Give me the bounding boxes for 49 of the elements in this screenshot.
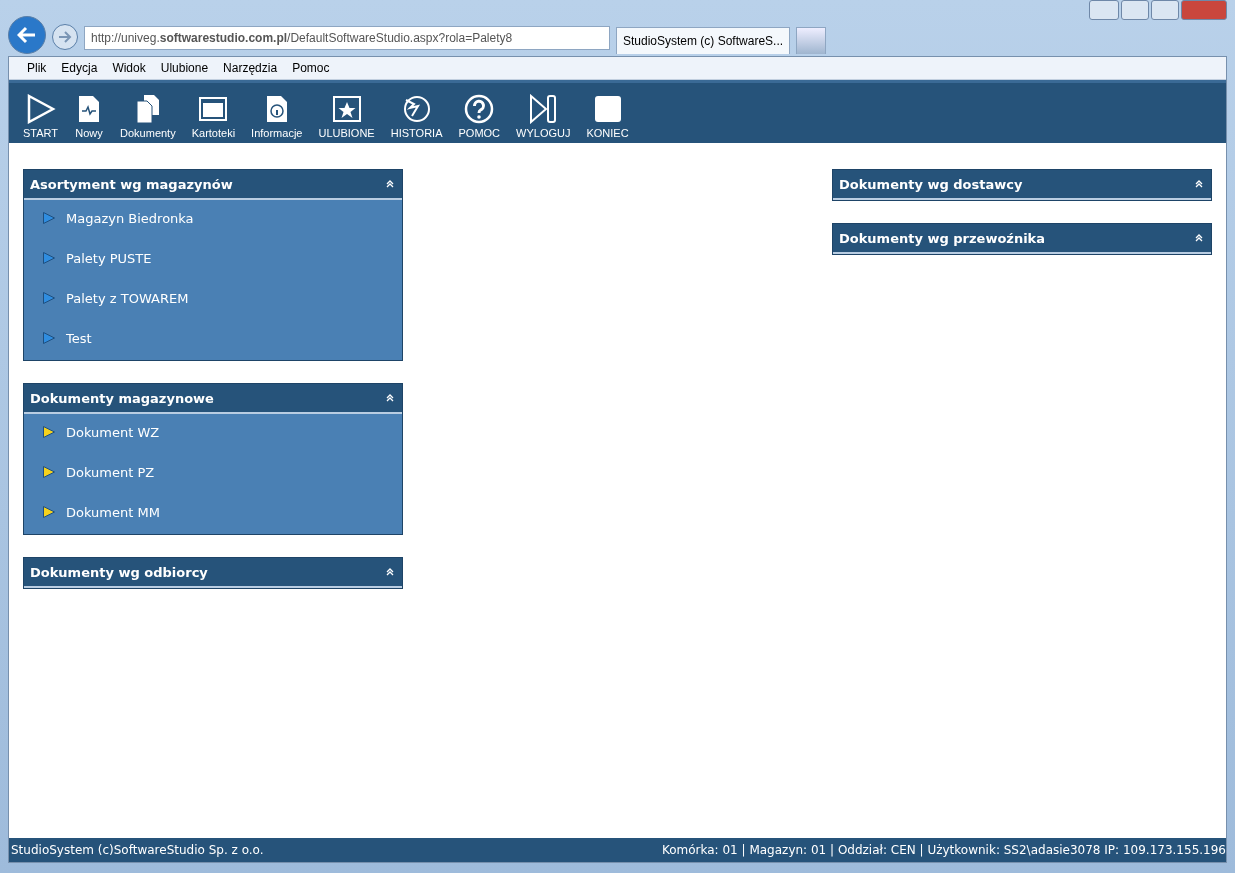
toolbar-button[interactable]: WYLOGUJ xyxy=(508,94,579,139)
panel-link[interactable]: Magazyn Biedronka xyxy=(24,200,402,240)
toolbar-button[interactable]: Nowy xyxy=(66,94,113,139)
panel-link[interactable]: Dokument WZ xyxy=(24,414,402,454)
collapse-icon[interactable] xyxy=(386,180,394,188)
history-icon xyxy=(401,94,432,124)
panel-title: Dokumenty wg przewoźnika xyxy=(839,230,1046,246)
toolbar-button[interactable]: ULUBIONE xyxy=(310,94,383,139)
panel-title: Dokumenty wg dostawcy xyxy=(839,176,1023,192)
menu-item[interactable]: Ulubione xyxy=(160,61,209,75)
collapse-icon[interactable] xyxy=(1195,180,1203,188)
url-text: http://univeg.softwarestudio.com.pl/DefaultSoftwareStudio.aspx?rola=Palety8 xyxy=(91,31,513,45)
collapse-icon[interactable] xyxy=(386,394,394,402)
play-icon xyxy=(25,94,56,124)
status-text: StudioSystem (c)SoftwareStudio Sp. z o.o. xyxy=(11,843,264,857)
toolbar-button[interactable]: START xyxy=(15,94,67,139)
back-arrow-icon xyxy=(17,26,37,44)
panel-title: Asortyment wg magazynów xyxy=(30,176,233,192)
panel-title: Dokumenty wg odbiorcy xyxy=(30,564,208,580)
help-icon xyxy=(464,94,495,124)
panel-link[interactable]: Palety z TOWAREM xyxy=(24,280,402,320)
status-info: Komórka: 01 | Magazyn: 01 | Oddział: CEN | Użytkownik: SS2\adasie3078 IP: 109.173.155.196 xyxy=(661,843,1226,857)
panel-title: Dokumenty magazynowe xyxy=(30,390,214,406)
panel-link[interactable]: Test xyxy=(24,320,402,360)
menu-item[interactable]: Widok xyxy=(112,61,146,75)
forward-arrow-icon xyxy=(58,31,72,43)
toolbar-button[interactable]: POMOC xyxy=(450,94,509,139)
toolbar-button[interactable]: KONIEC xyxy=(578,94,637,139)
collapse-icon[interactable] xyxy=(1195,234,1203,242)
skip-icon xyxy=(528,94,559,124)
browser-tab[interactable]: StudioSystem (c) SoftwareS... xyxy=(616,27,791,54)
panel-link[interactable]: Dokument PZ xyxy=(24,454,402,494)
menu-item[interactable]: Pomoc xyxy=(292,61,330,75)
stop-icon xyxy=(592,94,623,124)
collapse-icon[interactable] xyxy=(386,568,394,576)
forward-button[interactable] xyxy=(52,24,78,50)
panel-link[interactable]: Dokument MM xyxy=(24,494,402,534)
toolbar-button[interactable]: HISTORIA xyxy=(382,94,451,139)
panel-link[interactable]: Palety PUSTE xyxy=(24,240,402,280)
toolbar-button[interactable]: Dokumenty xyxy=(112,94,184,139)
star-window-icon xyxy=(331,94,362,124)
menu-item[interactable]: Narzędzia xyxy=(223,61,278,75)
toolbar-button[interactable]: Kartoteki xyxy=(183,94,244,139)
back-button[interactable] xyxy=(8,16,46,54)
menu-item[interactable]: Plik xyxy=(27,61,47,75)
toolbar-button[interactable]: Informacje xyxy=(243,94,311,139)
window-icon xyxy=(198,94,229,124)
address-field[interactable]: http://univeg.softwarestudio.com.pl/DefaultSoftwareStudio.aspx?rola=Palety8 xyxy=(84,26,610,50)
menu-item[interactable]: Edycja xyxy=(61,61,98,75)
